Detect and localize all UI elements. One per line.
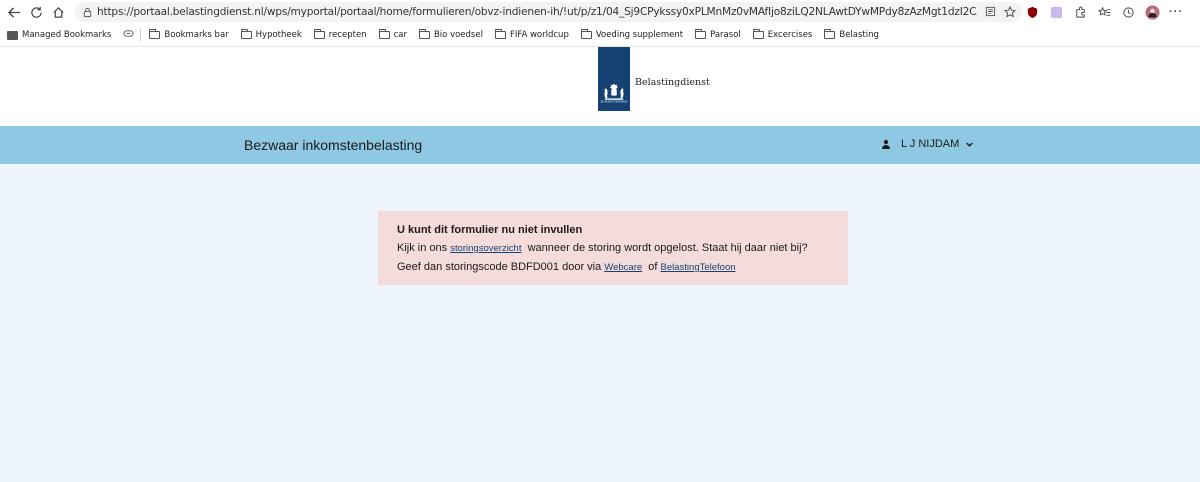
folder-icon — [494, 29, 506, 39]
favorite-star-icon[interactable] — [1003, 5, 1016, 18]
title-bar: Bezwaar inkomstenbelasting L J NIJDAM — [0, 126, 1200, 164]
bookmarks-bar: Managed Bookmarks Bookmarks bar Hypothee… — [0, 24, 1200, 46]
main-content: U kunt dit formulier nu niet invullen Ki… — [0, 164, 1200, 482]
favorites-icon[interactable] — [1096, 4, 1112, 20]
reader-view-icon[interactable] — [984, 5, 997, 18]
alert-text: Kijk in ons — [397, 242, 448, 254]
extension-icon-purple[interactable] — [1048, 4, 1064, 20]
folder-icon — [695, 29, 707, 39]
logo-text: Belastingdienst — [635, 77, 710, 88]
more-options-icon[interactable]: ··· — [1168, 4, 1184, 20]
bookmark-hypotheek[interactable]: Hypotheek — [240, 29, 302, 40]
bookmark-parasol[interactable]: Parasol — [695, 29, 741, 40]
address-bar[interactable]: https://portaal.belastingdienst.nl/wps/m… — [75, 2, 1022, 22]
page: JE MAINTIENDRAI Belastingdienst Bezwaar … — [0, 46, 1200, 482]
folder-icon — [824, 29, 836, 39]
user-menu[interactable]: L J NIJDAM — [881, 138, 974, 150]
bookmark-managed-bookmarks[interactable]: Managed Bookmarks — [7, 30, 111, 40]
alert-body: Kijk in ons storingsoverzicht wanneer de… — [397, 239, 829, 277]
back-button[interactable] — [3, 1, 25, 23]
home-button[interactable] — [47, 1, 69, 23]
folder-icon — [149, 29, 161, 39]
page-title: Bezwaar inkomstenbelasting — [244, 137, 423, 153]
sync-icon[interactable] — [123, 29, 134, 41]
bookmark-belasting[interactable]: Belasting — [824, 29, 879, 40]
extensions-puzzle-icon[interactable] — [1072, 4, 1088, 20]
home-icon — [52, 6, 64, 18]
folder-icon — [418, 29, 430, 39]
lock-icon — [81, 6, 93, 18]
coat-of-arms-icon: JE MAINTIENDRAI — [600, 83, 627, 103]
bookmark-car[interactable]: car — [378, 29, 407, 40]
history-icon[interactable] — [1120, 4, 1136, 20]
url-text[interactable]: https://portaal.belastingdienst.nl/wps/m… — [97, 6, 977, 18]
folder-icon — [378, 29, 390, 39]
bookmark-label: Voeding supplement — [595, 30, 684, 40]
ublock-extension-icon[interactable] — [1024, 4, 1040, 20]
folder-icon — [752, 29, 764, 39]
folder-icon — [240, 29, 252, 39]
user-name: L J NIJDAM — [901, 138, 960, 150]
bookmark-label: recepten — [328, 30, 367, 40]
bookmark-label: Bookmarks bar — [164, 30, 229, 40]
bookmark-fifa-worldcup[interactable]: FIFA worldcup — [494, 29, 569, 40]
bookmark-bookmarks-bar[interactable]: Bookmarks bar — [149, 29, 229, 40]
arrow-left-icon — [7, 6, 20, 18]
refresh-button[interactable] — [25, 1, 47, 23]
storingsoverzicht-link[interactable]: storingsoverzicht — [450, 243, 521, 254]
alert-heading: U kunt dit formulier nu niet invullen — [397, 224, 583, 236]
bookmark-label: Managed Bookmarks — [22, 30, 112, 40]
bookmark-label: Belasting — [839, 30, 879, 40]
bookmark-bio-voedsel[interactable]: Bio voedsel — [418, 29, 483, 40]
refresh-icon — [30, 6, 42, 18]
bookmark-recepten[interactable]: recepten — [313, 29, 367, 40]
bookmark-label: Parasol — [710, 30, 741, 40]
bookmarks-divider — [140, 29, 142, 41]
profile-avatar[interactable] — [1144, 4, 1160, 20]
bookmark-excercises[interactable]: Excercises — [752, 29, 813, 40]
bookmark-label: car — [393, 30, 407, 40]
chevron-down-icon — [966, 142, 973, 147]
alert-text: of — [648, 261, 658, 273]
bookmark-label: Excercises — [767, 30, 813, 40]
bookmark-label: FIFA worldcup — [509, 30, 569, 40]
error-alert: U kunt dit formulier nu niet invullen Ki… — [378, 211, 848, 285]
managed-folder-icon — [7, 30, 18, 40]
bookmark-voeding-supplement[interactable]: Voeding supplement — [580, 29, 684, 40]
belastingtelefoon-link[interactable]: BelastingTelefoon — [661, 262, 736, 273]
browser-toolbar: https://portaal.belastingdienst.nl/wps/m… — [0, 0, 1200, 24]
svg-text:JE MAINTIENDRAI: JE MAINTIENDRAI — [600, 100, 627, 103]
site-header: JE MAINTIENDRAI Belastingdienst — [0, 46, 1200, 126]
bookmark-label: Bio voedsel — [433, 30, 483, 40]
webcare-link[interactable]: Webcare — [604, 262, 642, 273]
belastingdienst-logo[interactable]: JE MAINTIENDRAI — [598, 47, 630, 111]
folder-icon — [313, 29, 325, 39]
folder-icon — [580, 29, 592, 39]
user-icon — [882, 139, 890, 149]
bookmark-label: Hypotheek — [255, 30, 302, 40]
